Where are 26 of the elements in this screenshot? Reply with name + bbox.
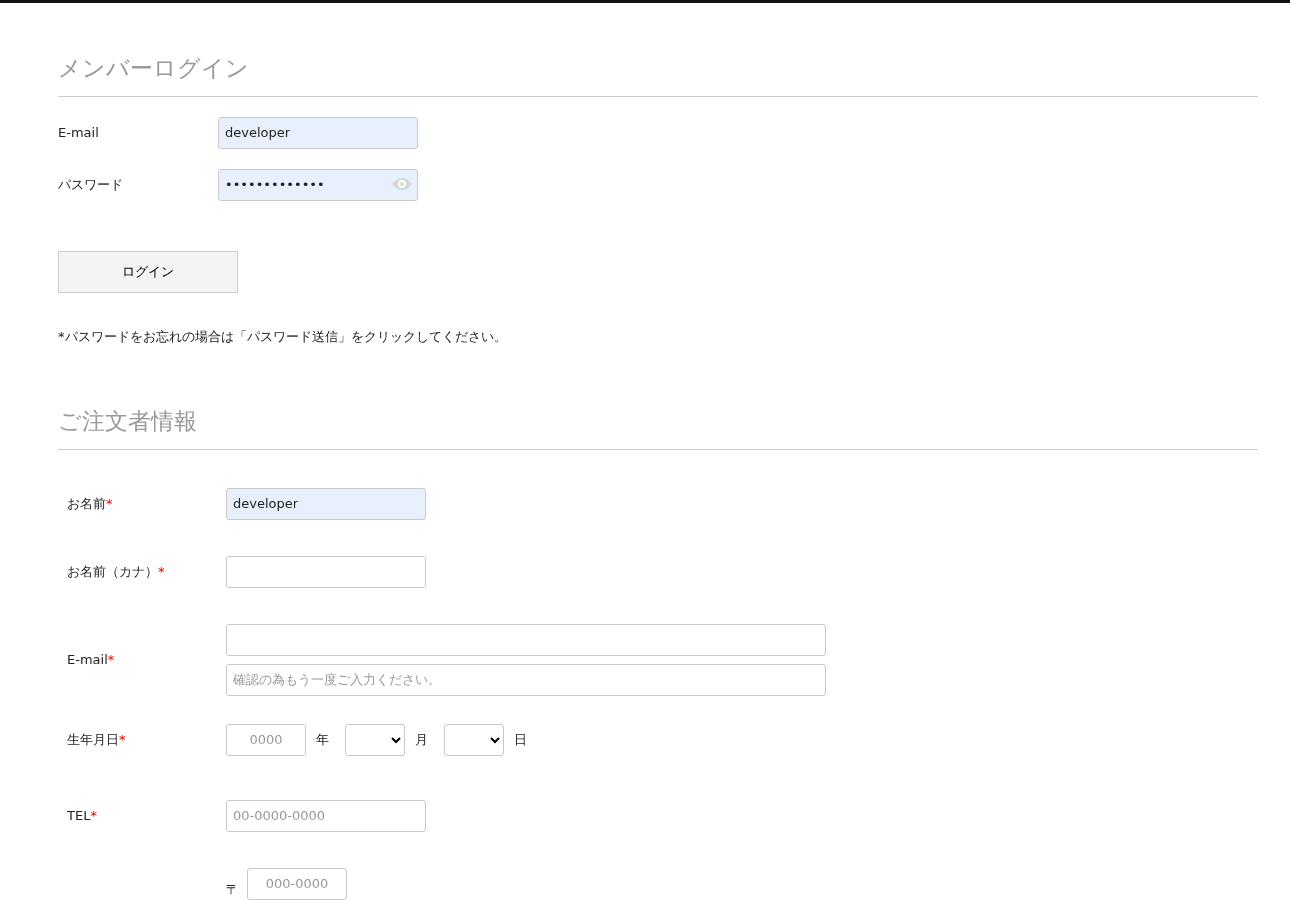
field-label: パスワード	[58, 175, 124, 194]
eye-icon[interactable]	[391, 175, 413, 192]
unit-label: 日	[514, 730, 527, 749]
field-label: 生年月日*	[67, 731, 126, 747]
field-label: お名前*	[67, 495, 113, 511]
unit-label: 年	[316, 730, 329, 749]
year-field[interactable]: 0000	[226, 723, 306, 756]
section-heading: ご注文者情報	[58, 407, 197, 436]
postal-mark: 〒	[226, 881, 239, 899]
section-heading: メンバーログイン	[58, 54, 249, 83]
name-field[interactable]: developer	[226, 487, 426, 520]
email-field[interactable]	[226, 623, 826, 656]
day-select[interactable]	[444, 723, 504, 756]
login-button[interactable]: ログイン	[58, 250, 238, 293]
month-select[interactable]	[345, 723, 405, 756]
field-label: TEL*	[67, 807, 97, 823]
password-note: *パスワードをお忘れの場合は「パスワード送信」をクリックしてください。	[58, 327, 507, 346]
postal-code-field[interactable]: 000-0000	[247, 867, 347, 900]
field-label: お名前（カナ）*	[67, 563, 165, 579]
name-field[interactable]	[226, 555, 426, 588]
field-label: E-mail	[58, 123, 100, 142]
password-field[interactable]: •••••••••••••	[218, 168, 418, 201]
email-field[interactable]: developer	[218, 116, 418, 149]
unit-label: 月	[415, 730, 428, 749]
field-label: E-mail*	[67, 651, 115, 667]
phone-field[interactable]: 00-0000-0000	[226, 799, 426, 832]
